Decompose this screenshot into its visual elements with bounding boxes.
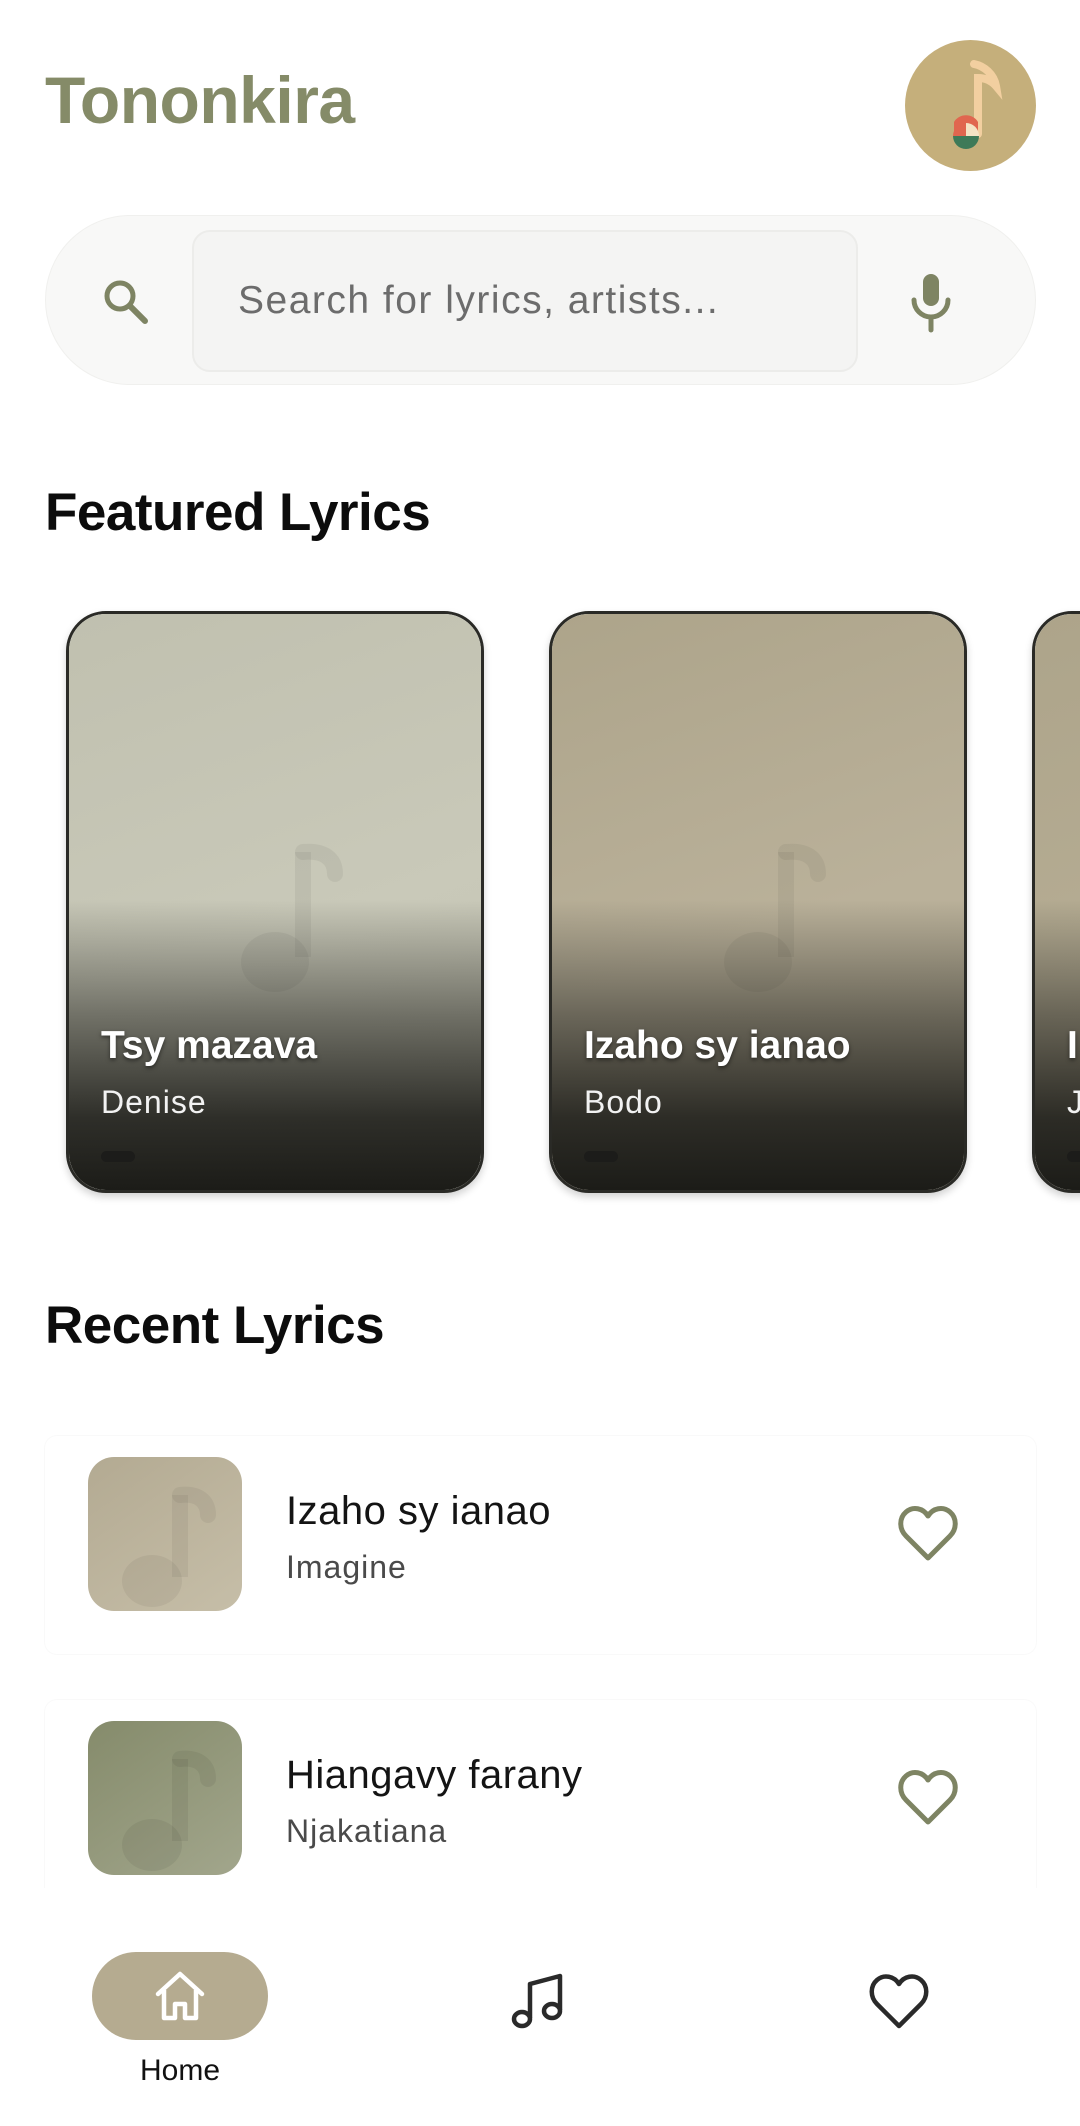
featured-card[interactable]: Izaho sy ianao Bodo [549,611,967,1193]
home-icon [155,1971,205,2021]
mic-icon[interactable] [899,270,963,334]
card-indicator [584,1151,618,1162]
recent-item-artist: Njakatiana [286,1813,448,1849]
featured-heading: Featured Lyrics [45,483,431,542]
recent-item-title: Hiangavy farany [286,1753,583,1797]
nav-home-label: Home [139,2054,221,2087]
music-note-icon [122,1486,216,1607]
featured-card[interactable]: I J [1032,611,1080,1193]
nav-lyrics-music-note-icon[interactable] [506,1970,570,2034]
card-indicator [1067,1151,1080,1162]
featured-card-title: Tsy mazava [101,1024,318,1067]
nav-favorites-heart-icon[interactable] [867,1970,931,2034]
recent-heading: Recent Lyrics [45,1296,385,1355]
recent-item-artist: Imagine [286,1549,407,1585]
featured-card-title: Izaho sy ianao [584,1024,851,1067]
favorite-heart-icon[interactable] [896,1502,960,1566]
favorite-heart-icon[interactable] [896,1766,960,1830]
recent-item-title: Izaho sy ianao [286,1489,551,1533]
featured-card-artist: Denise [101,1084,207,1120]
music-note-icon [122,1750,216,1871]
featured-card[interactable]: Tsy mazava Denise [66,611,484,1193]
home-screen: Tononkira Featured Lyrics [0,0,1080,2126]
featured-card-title: I [1067,1024,1078,1067]
app-title: Tononkira [45,63,355,137]
nav-home-button[interactable] [92,1952,268,2040]
search-input[interactable] [192,230,858,372]
app-logo-avatar[interactable] [905,40,1036,171]
search-icon[interactable] [98,274,154,330]
music-note-icon [952,59,1002,149]
featured-card-artist: J [1067,1084,1080,1121]
list-item[interactable]: Izaho sy ianao Imagine [45,1436,1036,1654]
lyric-thumbnail [88,1457,242,1611]
card-indicator [101,1151,135,1162]
featured-card-artist: Bodo [584,1084,663,1120]
list-item[interactable]: Hiangavy farany Njakatiana [45,1700,1036,1918]
bottom-navigation: Home [0,1888,1080,2126]
search-bar [45,215,1036,385]
lyric-thumbnail [88,1721,242,1875]
